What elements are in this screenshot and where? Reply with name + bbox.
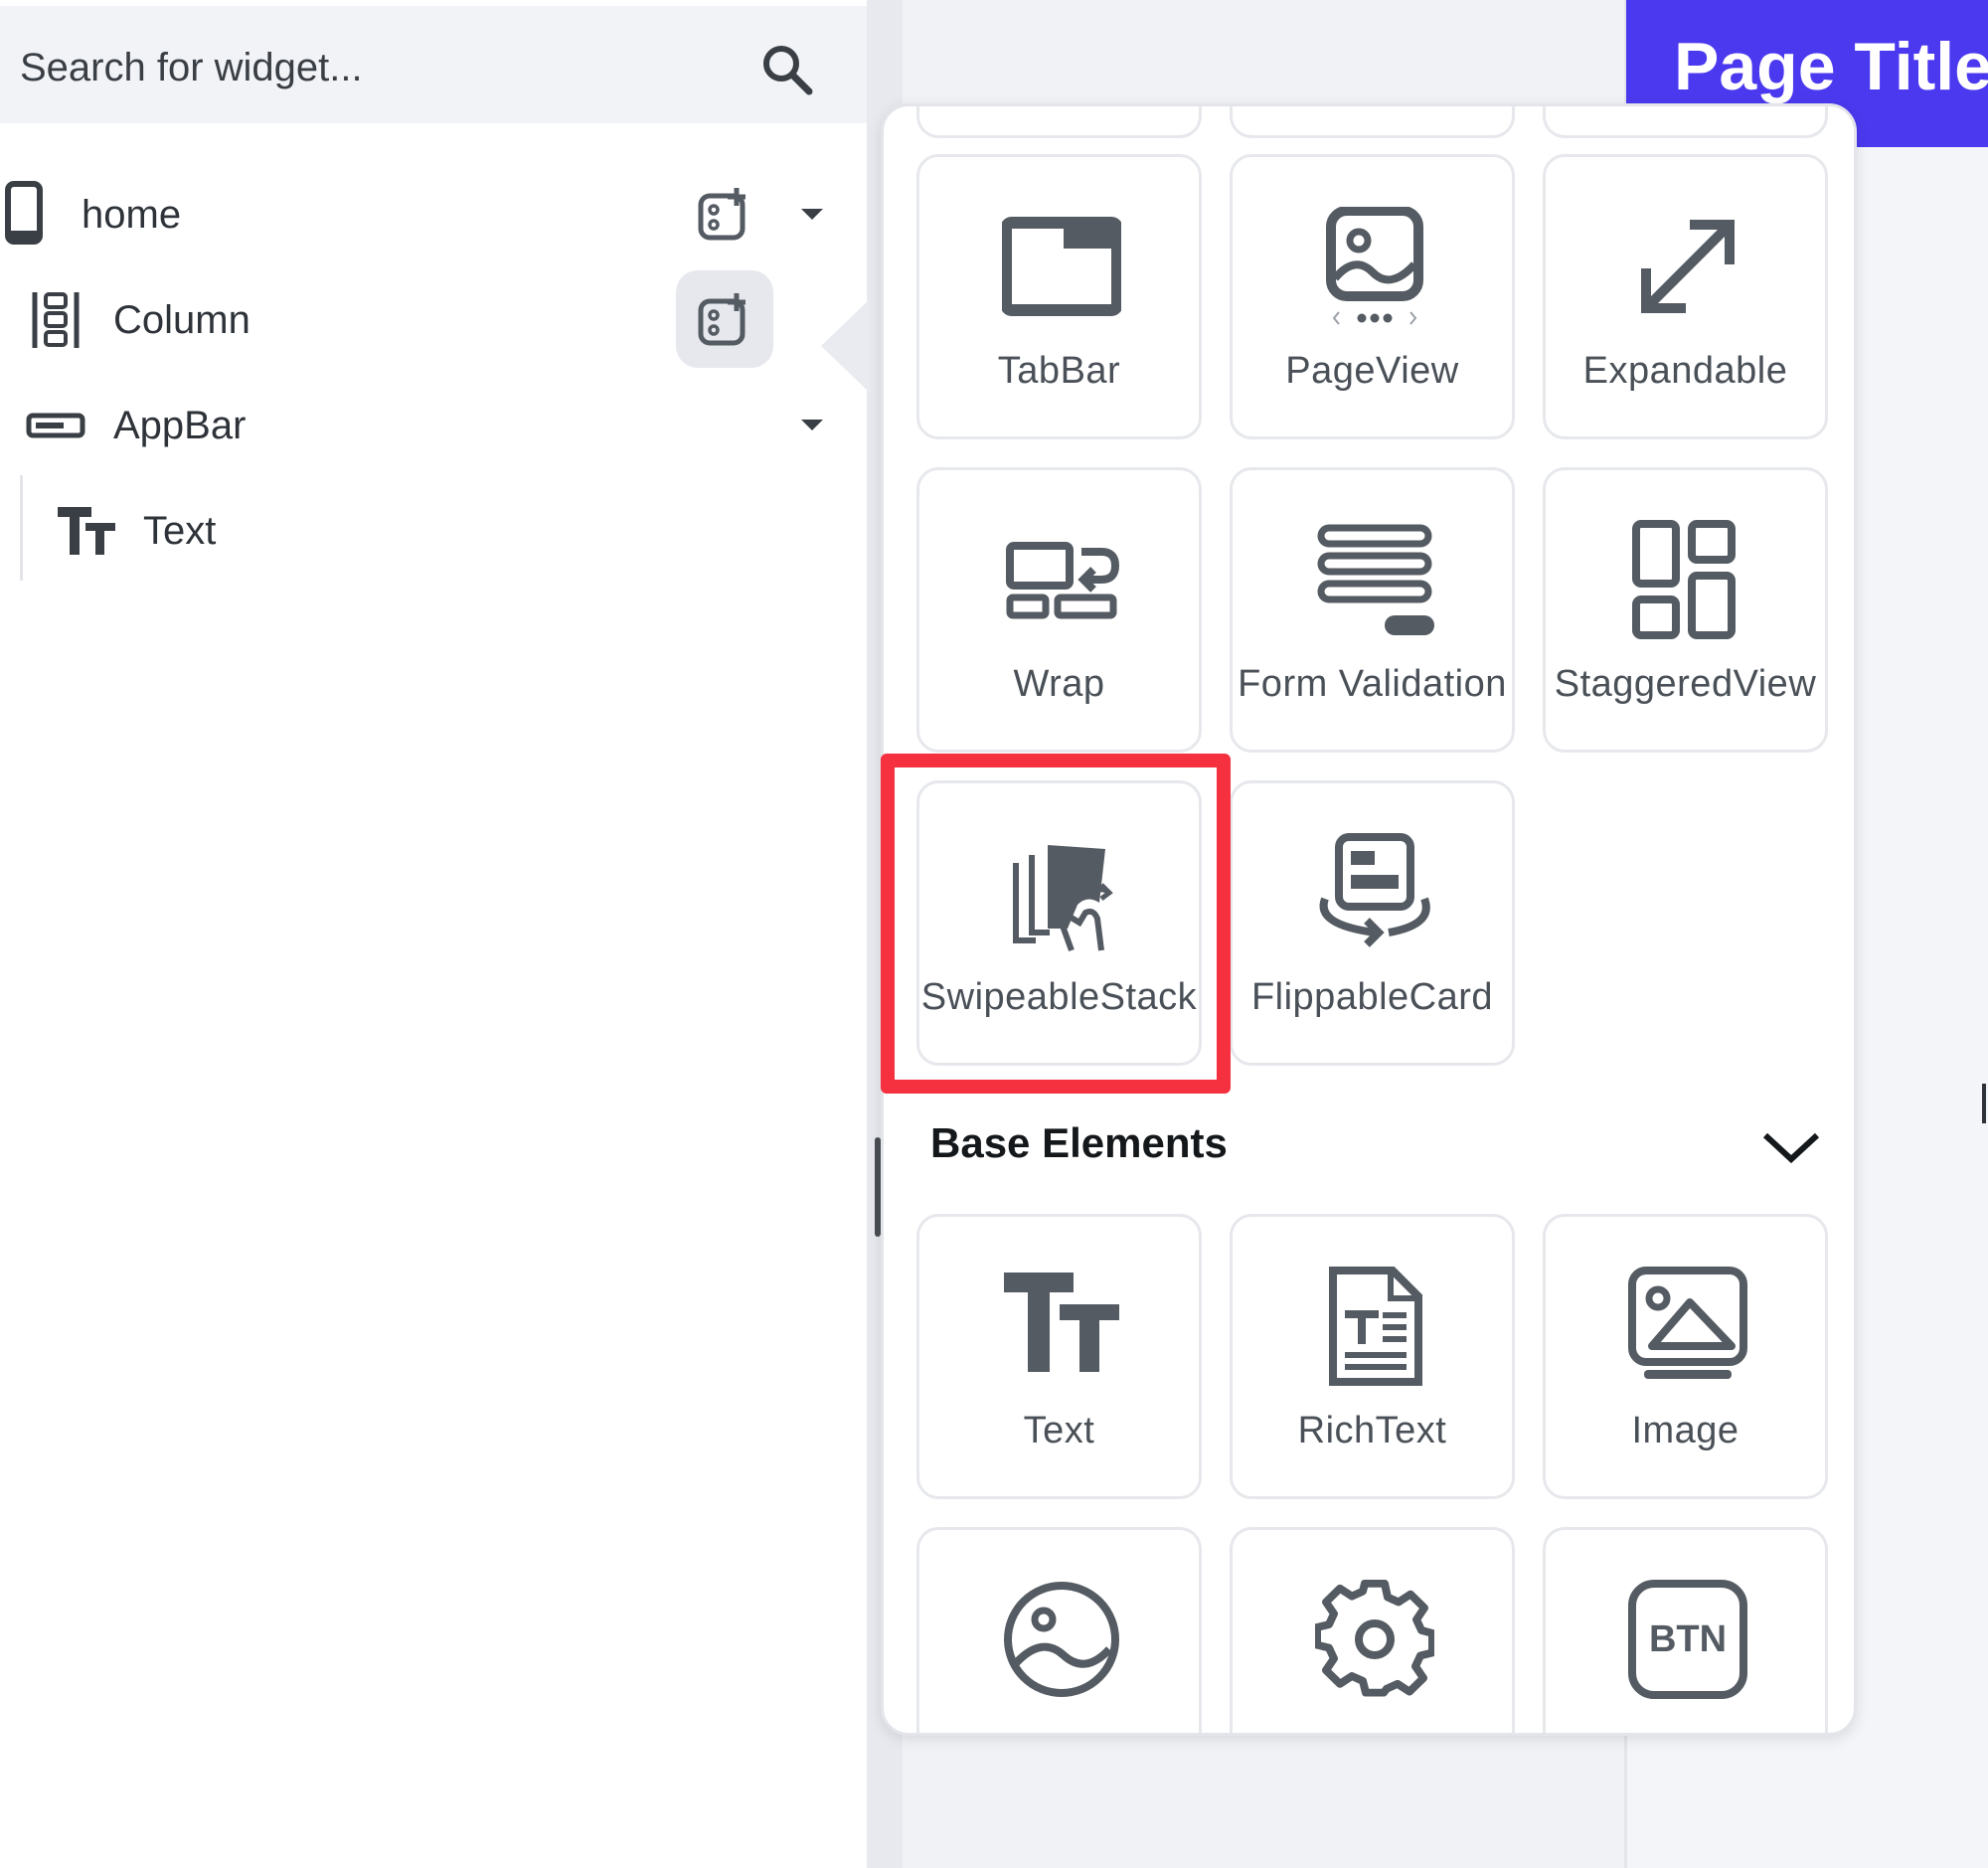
widget-tile-label: RichText [1297, 1410, 1447, 1451]
expand-icon [1641, 220, 1735, 313]
widget-tile-label: Expandable [1582, 350, 1788, 392]
pageview-icon [1326, 207, 1423, 325]
text-cursor [1982, 1084, 1986, 1123]
add-widget-icon [698, 293, 746, 346]
add-child-button[interactable] [676, 270, 773, 368]
chevron-down-icon[interactable] [1759, 1123, 1823, 1171]
tree-item-label: AppBar [113, 404, 247, 447]
page-title[interactable]: Page Title [1674, 28, 1988, 105]
widget-tile[interactable] [1230, 106, 1515, 138]
widget-tile-staggered-view[interactable]: StaggeredView [1543, 467, 1828, 753]
widget-tile-expandable[interactable]: Expandable [1543, 154, 1828, 439]
add-widget-icon [698, 188, 746, 241]
gear-icon [1315, 1580, 1434, 1697]
tree-item-appbar[interactable]: AppBar [0, 386, 867, 465]
search-icon[interactable] [759, 42, 815, 97]
highlight-annotation [881, 754, 1231, 1094]
widget-tile-rich-text[interactable]: RichText [1230, 1214, 1515, 1499]
widget-tile-circle-image[interactable] [916, 1527, 1202, 1733]
search-bar[interactable]: Search for widget... [0, 6, 867, 123]
add-child-button[interactable] [676, 165, 773, 262]
chevron-down-icon[interactable] [801, 209, 823, 220]
widget-tile-label: Form Validation [1238, 663, 1507, 705]
widget-tile-form-validation[interactable]: Form Validation [1230, 467, 1515, 753]
circle-image-icon [1004, 1582, 1119, 1697]
search-input[interactable]: Search for widget... [20, 46, 363, 90]
widget-tile-pageview[interactable]: PageView [1230, 154, 1515, 439]
flippable-card-icon [1319, 833, 1430, 947]
widget-tile-button[interactable]: BTN [1543, 1527, 1828, 1733]
tree-item-label: Text [143, 509, 217, 553]
phone-icon [5, 181, 43, 245]
widget-tile[interactable] [916, 106, 1202, 138]
rich-text-icon [1329, 1267, 1422, 1386]
widget-tile-label: Wrap [1013, 663, 1105, 705]
widget-tile-label: TabBar [997, 350, 1121, 392]
widget-tile-flippable-card[interactable]: FlippableCard [1230, 780, 1515, 1066]
image-icon [1628, 1267, 1747, 1379]
widget-tile-wrap[interactable]: Wrap [916, 467, 1202, 753]
form-validation-icon [1317, 524, 1434, 635]
text-icon [1004, 1273, 1119, 1372]
widget-tile-gear[interactable] [1230, 1527, 1515, 1733]
column-icon [32, 292, 80, 348]
widget-tile-label: PageView [1285, 350, 1459, 392]
popover-arrow [821, 298, 871, 394]
widget-tile-label: StaggeredView [1554, 663, 1817, 705]
widget-tile-label: FlippableCard [1250, 976, 1494, 1018]
appbar-icon [26, 413, 85, 438]
tree-item-home[interactable]: home [0, 175, 867, 255]
widget-tile[interactable] [1543, 106, 1828, 138]
chevron-down-icon[interactable] [801, 420, 823, 430]
widget-tile-image[interactable]: Image [1543, 1214, 1828, 1499]
tabbar-icon [1002, 217, 1121, 316]
button-icon-text: BTN [1648, 1618, 1728, 1660]
widget-tile-label: Text [1023, 1410, 1095, 1451]
tree-item-label: Column [113, 298, 250, 342]
widget-tile-text[interactable]: Text [916, 1214, 1202, 1499]
tree-item-column[interactable]: Column [0, 270, 867, 368]
text-icon [58, 507, 115, 555]
widget-tile-label: Image [1631, 1410, 1740, 1451]
tree-item-text[interactable]: Text [0, 491, 867, 571]
widget-tree-panel: Search for widget... home Column AppBar … [0, 0, 867, 1868]
tree-item-label: home [82, 193, 182, 237]
staggered-view-icon [1632, 520, 1736, 639]
widget-tile-tabbar[interactable]: TabBar [916, 154, 1202, 439]
wrap-icon [1006, 542, 1120, 619]
section-header-base-elements[interactable]: Base Elements [930, 1119, 1228, 1167]
